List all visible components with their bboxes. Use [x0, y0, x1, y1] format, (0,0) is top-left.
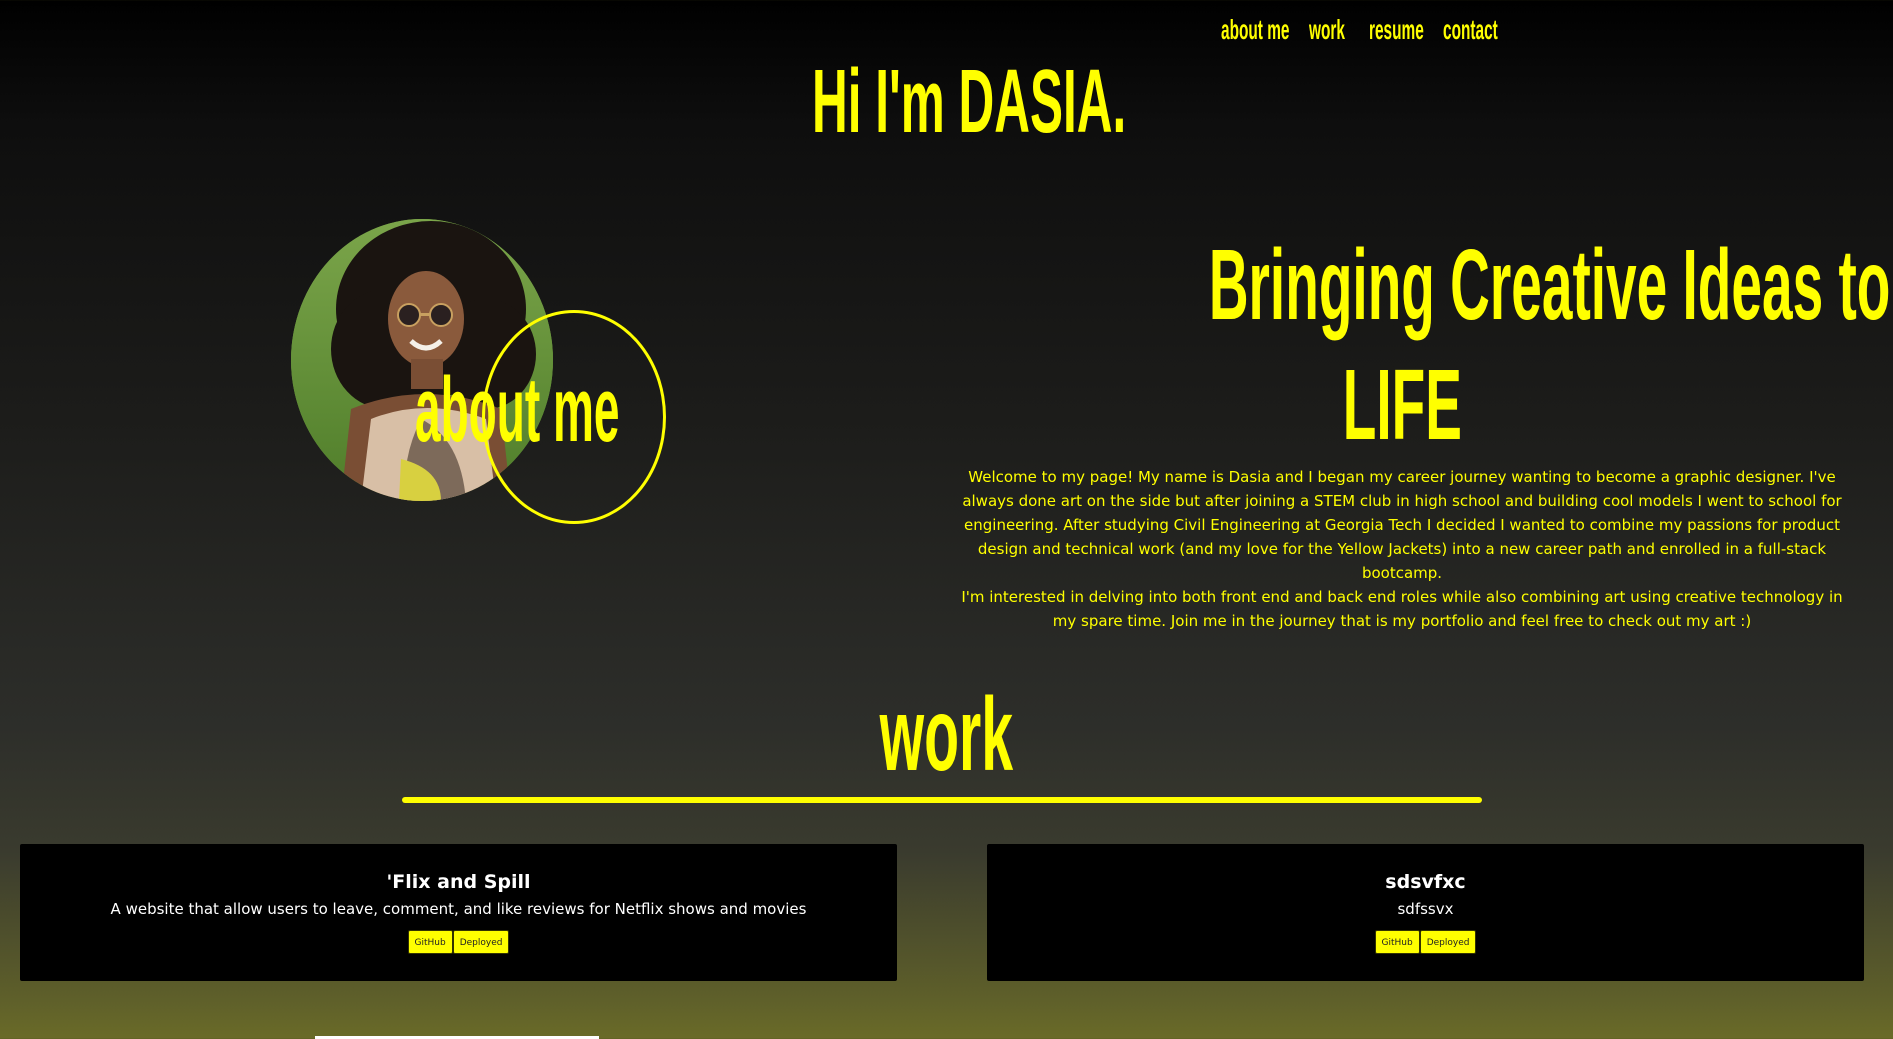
project-description: A website that allow users to leave, com…	[110, 900, 807, 918]
project-title: 'Flix and Spill	[386, 871, 531, 893]
project-title: sdsvfxc	[1385, 871, 1466, 893]
bio: Welcome to my page! My name is Dasia and…	[955, 465, 1849, 633]
nav-link-about-me[interactable]: about me	[1221, 10, 1289, 50]
deployed-button[interactable]: Deployed	[452, 930, 510, 954]
page-title: Hi I'm DASIA.	[812, 52, 1127, 152]
tagline-line-2: LIFE	[930, 350, 1874, 460]
bio-paragraph-1: Welcome to my page! My name is Dasia and…	[962, 468, 1842, 582]
bio-paragraph-2: I'm interested in delving into both fron…	[961, 588, 1843, 630]
project-card: 'Flix and Spill A website that allow use…	[20, 844, 897, 981]
work-heading: work	[0, 680, 1893, 790]
work-divider	[402, 797, 1482, 803]
project-links: GitHub Deployed	[987, 930, 1864, 954]
tagline-line-1-text: Bringing Creative Ideas to	[1208, 229, 1891, 341]
project-card: sdsvfxc sdfssvx GitHub Deployed	[987, 844, 1864, 981]
deployed-button[interactable]: Deployed	[1419, 930, 1477, 954]
nav-link-resume[interactable]: resume	[1369, 10, 1424, 50]
github-button[interactable]: GitHub	[407, 930, 453, 954]
github-button[interactable]: GitHub	[1374, 930, 1420, 954]
tagline-line-1: Bringing Creative Ideas to	[930, 230, 1891, 340]
about-heading: about me	[415, 359, 620, 461]
work-heading-text: work	[879, 677, 1014, 793]
project-description: sdfssvx	[1397, 900, 1454, 918]
nav-link-contact[interactable]: contact	[1443, 10, 1498, 50]
nav-link-work[interactable]: work	[1309, 10, 1345, 50]
project-links: GitHub Deployed	[20, 930, 897, 954]
tagline-line-2-text: LIFE	[1342, 349, 1462, 461]
